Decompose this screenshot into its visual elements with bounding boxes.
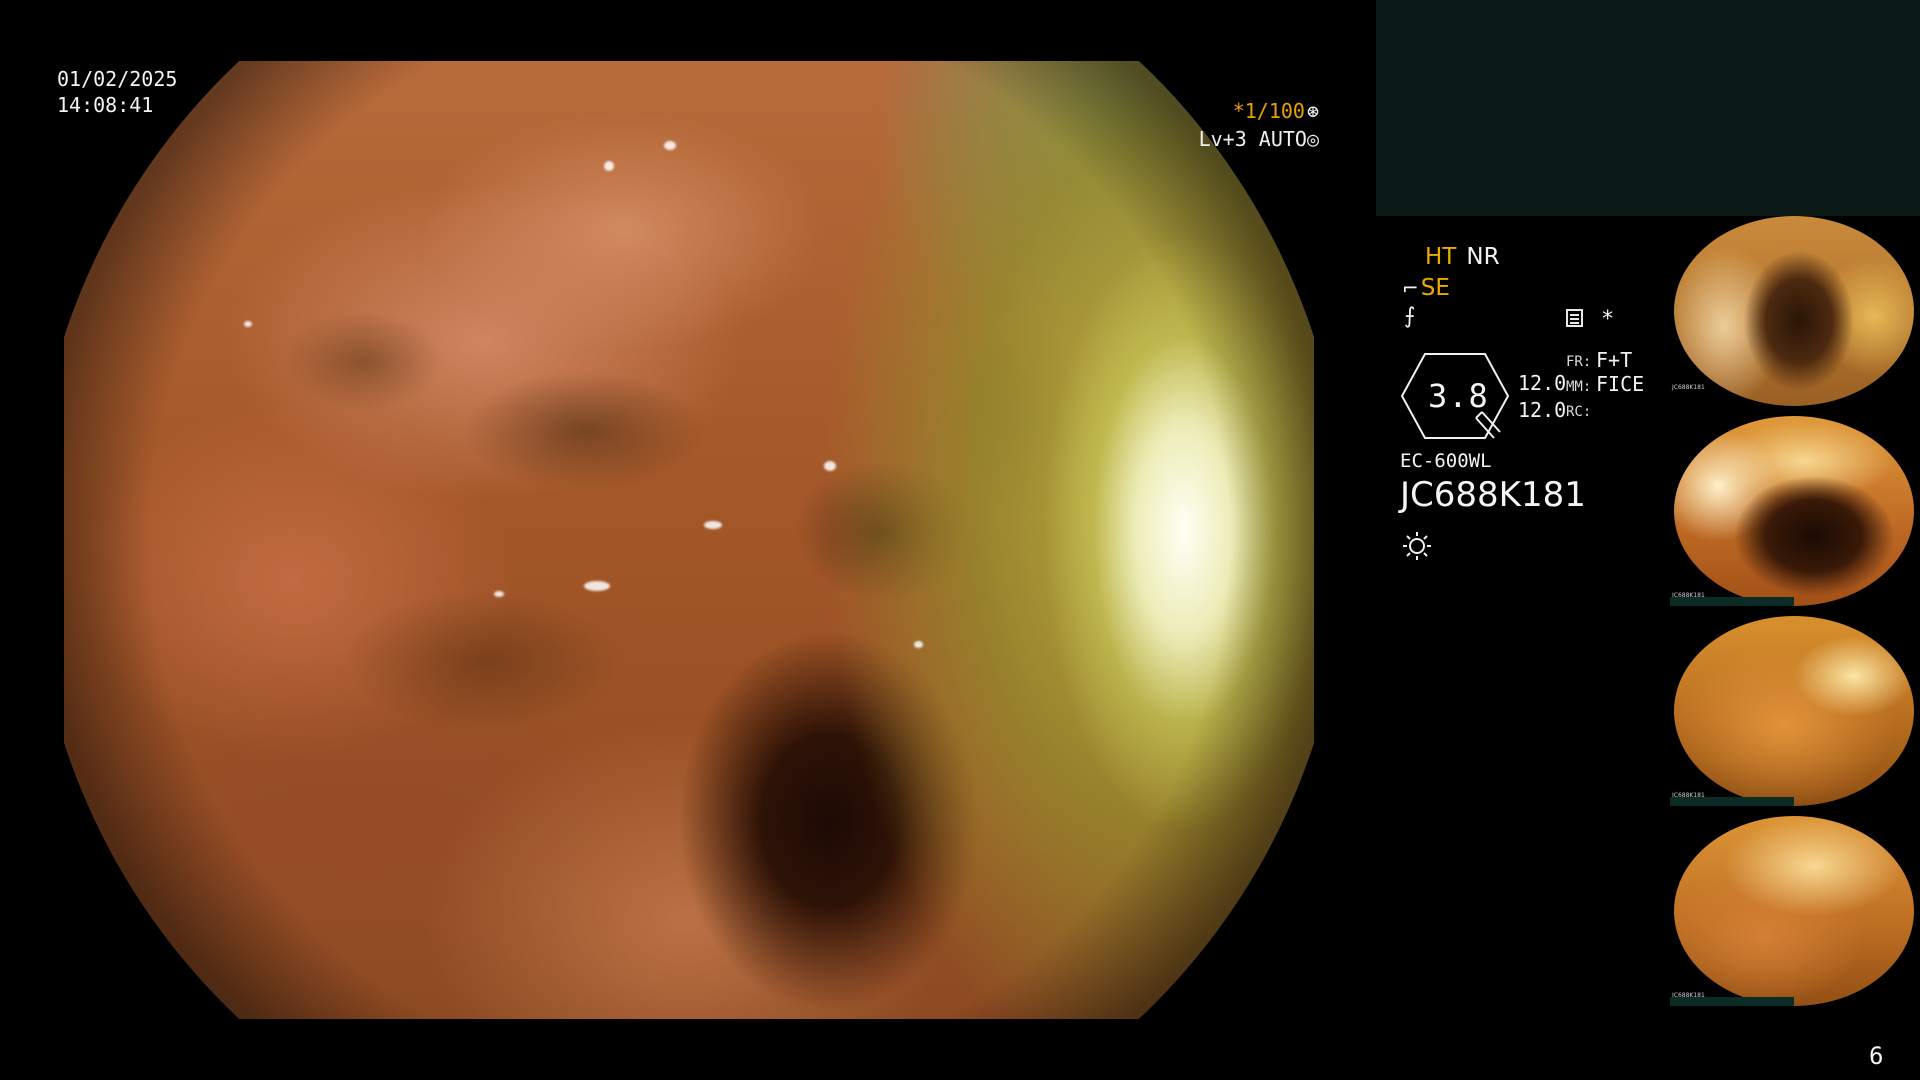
mm-label: MM: bbox=[1566, 379, 1592, 395]
page-number: 6 bbox=[1869, 1042, 1884, 1070]
thumbnail-image bbox=[1674, 216, 1914, 406]
shutter-text: *1/100 bbox=[1232, 99, 1305, 123]
iris-readout: Lv+3 AUTO◎ bbox=[1199, 129, 1319, 149]
capture-thumbnail[interactable]: JC688K181 bbox=[1670, 216, 1920, 406]
thumbnail-bar bbox=[1670, 797, 1794, 806]
thumbnail-caption: JC688K181 bbox=[1672, 384, 1705, 391]
endoscope-main-view bbox=[64, 61, 1314, 1019]
date-text: 01/02/2025 bbox=[57, 67, 178, 91]
datetime-readout: 01/02/2025 14:08:41 bbox=[57, 66, 177, 118]
thumbnail-bar bbox=[1670, 597, 1794, 606]
magnification-value: 3.8 bbox=[1428, 377, 1489, 415]
light-source-icon bbox=[1403, 532, 1431, 560]
slash-icon: ⨍ bbox=[1404, 304, 1416, 329]
scope-model: EC-600WL bbox=[1400, 450, 1492, 472]
iris-text: Lv+3 AUTO bbox=[1198, 127, 1307, 151]
thumbnail-image bbox=[1674, 616, 1914, 806]
star-indicator: * bbox=[1601, 307, 1615, 332]
capture-thumbnail[interactable]: JC688K181 bbox=[1670, 416, 1920, 606]
iris-icon: ◎ bbox=[1306, 127, 1319, 151]
shutter-readout: *1/100 ⊛ bbox=[1233, 101, 1319, 121]
shutter-icon: ⊛ bbox=[1306, 99, 1319, 123]
thumbnail-bar bbox=[1670, 997, 1794, 1006]
time-text: 14:08:41 bbox=[57, 93, 154, 117]
capture-thumbnail[interactable]: JC688K181 bbox=[1670, 816, 1920, 1006]
se-indicator: ⌐SE bbox=[1402, 277, 1450, 300]
structure-enhancement-icon: ⌐ bbox=[1402, 276, 1419, 300]
fr-label: FR: bbox=[1566, 354, 1592, 370]
nr-label: NR bbox=[1466, 244, 1500, 270]
top-info-box bbox=[1376, 0, 1920, 216]
fr-value: F+T bbox=[1596, 348, 1633, 372]
rc-label: RC: bbox=[1566, 404, 1592, 420]
se-label: SE bbox=[1420, 275, 1450, 301]
mm-value: FICE bbox=[1596, 372, 1645, 396]
zoom-value-a: 12.0 bbox=[1518, 371, 1567, 395]
endoscopy-monitor: 01/02/2025 14:08:41 *1/100 ⊛ Lv+3 AUTO◎ H… bbox=[0, 0, 1920, 1080]
scope-serial: JC688K181 bbox=[1400, 475, 1586, 515]
thumbnail-image bbox=[1674, 416, 1914, 606]
zoom-value-b: 12.0 bbox=[1518, 398, 1567, 422]
document-icon bbox=[1566, 309, 1583, 327]
ht-label: HT bbox=[1425, 244, 1457, 270]
capture-thumbnail[interactable]: JC688K181 bbox=[1670, 616, 1920, 806]
ht-nr-indicator: HT NR bbox=[1425, 246, 1500, 269]
thumbnail-image bbox=[1674, 816, 1914, 1006]
